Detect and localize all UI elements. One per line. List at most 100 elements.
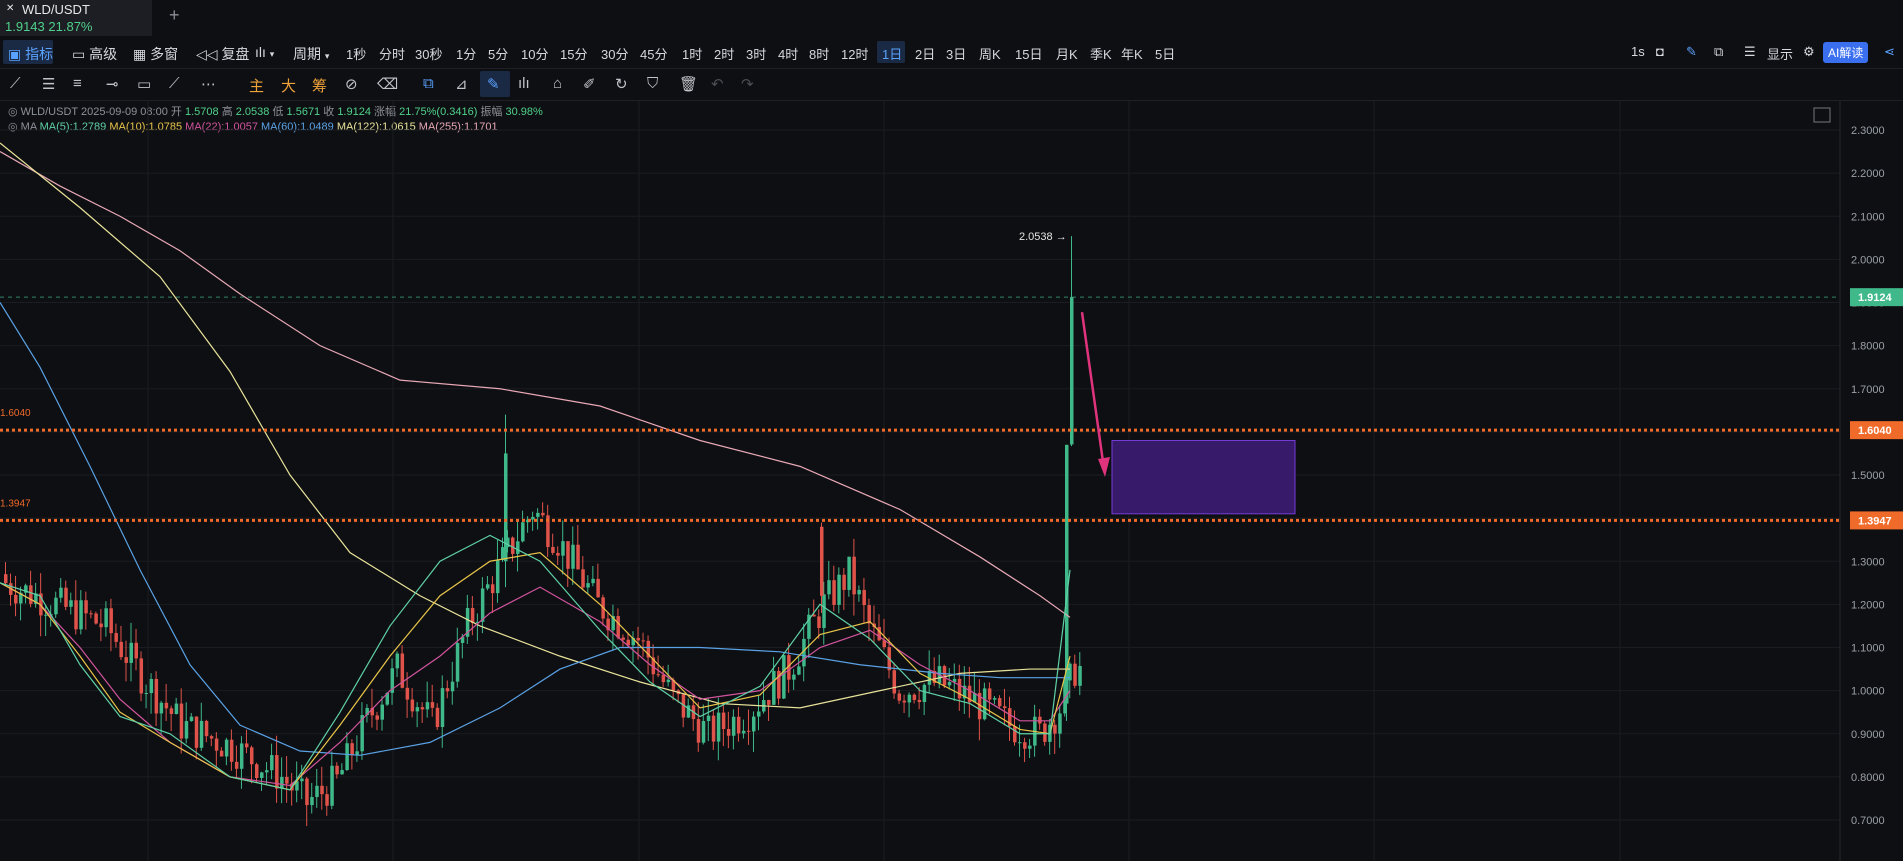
candle-body (265, 770, 269, 773)
symbol-tab[interactable]: ✕ WLD/USDT 1.9143 21.87% (0, 0, 152, 36)
candle-body (375, 715, 379, 720)
period-14[interactable]: 12时 (841, 44, 868, 63)
pen-icon[interactable]: ✎ (1686, 44, 1697, 60)
period-10[interactable]: 2时 (714, 44, 734, 63)
period-3[interactable]: 1分 (456, 44, 476, 63)
lock-icon[interactable]: ⌂ (553, 75, 562, 92)
replay-button[interactable]: ◁◁ 复盘 (196, 44, 249, 64)
chart-type-button[interactable]: ılı ▾ (255, 44, 274, 60)
period-9[interactable]: 1时 (682, 44, 702, 63)
period-15[interactable]: 1日 (882, 44, 902, 63)
level-left-label: 1.6040 (0, 408, 31, 419)
share-icon[interactable]: ⋖ (1884, 44, 1895, 60)
candle-body (696, 719, 701, 743)
ray-icon[interactable]: ⟋ (169, 75, 180, 92)
period-5[interactable]: 10分 (521, 44, 548, 63)
candle-body (726, 728, 731, 736)
period-0[interactable]: 1秒 (346, 44, 366, 63)
tab-price-value: 1.9143 (5, 19, 45, 34)
big-indicator-button[interactable]: 大 (281, 75, 296, 96)
copy-icon[interactable]: ⧉ (423, 75, 434, 92)
candle-body (636, 637, 641, 641)
period-8[interactable]: 45分 (640, 44, 667, 63)
add-tab-button[interactable]: + (169, 5, 180, 26)
period-11[interactable]: 3时 (746, 44, 766, 63)
trash-icon[interactable]: 🗑 (679, 75, 698, 93)
magnet-icon[interactable]: ⊘ (345, 75, 358, 93)
candle-body (14, 594, 18, 604)
close-icon[interactable]: ✕ (6, 4, 16, 14)
candle-body (641, 640, 646, 642)
horizontal-line-icon[interactable]: ⊸ (106, 75, 119, 93)
candle-body (330, 765, 334, 806)
camera-icon[interactable]: ◘ (1656, 44, 1664, 59)
trend-line-icon[interactable]: ⟋ (10, 75, 21, 92)
period-21[interactable]: 季K (1090, 44, 1112, 63)
period-12[interactable]: 4时 (778, 44, 798, 63)
candle-body (877, 627, 881, 641)
period-2[interactable]: 30秒 (415, 44, 442, 63)
brush-icon[interactable]: ✎ (487, 75, 500, 93)
filter-icon[interactable]: ⛉ (647, 75, 658, 92)
display-button[interactable]: 显示 (1767, 44, 1793, 63)
period-18[interactable]: 周K (979, 44, 1001, 63)
period-4[interactable]: 5分 (488, 44, 508, 63)
candle-body (380, 704, 384, 720)
period-20[interactable]: 月K (1056, 44, 1078, 63)
period-19[interactable]: 15日 (1015, 44, 1042, 63)
candle-body (576, 544, 580, 570)
edit-icon[interactable]: ✐ (583, 75, 596, 93)
indicator-button[interactable]: ▣ 指标 (8, 44, 53, 64)
period-23[interactable]: 5日 (1155, 44, 1175, 63)
period-7[interactable]: 30分 (601, 44, 628, 63)
main-indicator-button[interactable]: 主 (249, 75, 264, 96)
interval-selector[interactable]: 1s (1631, 44, 1645, 59)
level-label: 1.6040 (1858, 425, 1892, 437)
period-13[interactable]: 8时 (809, 44, 829, 63)
redo-icon[interactable]: ↷ (741, 75, 754, 93)
period-17[interactable]: 3日 (946, 44, 966, 63)
channel-icon[interactable]: ≡ (73, 75, 82, 92)
multi-window-button[interactable]: ▦ 多窗 (133, 44, 178, 64)
share-link-icon[interactable]: ⧉ (1714, 44, 1723, 60)
parallel-lines-icon[interactable]: ☰ (42, 75, 55, 93)
candle-body (124, 657, 128, 663)
rectangle-icon[interactable]: ▭ (137, 75, 151, 93)
loop-icon[interactable]: ↻ (615, 75, 628, 93)
ai-interpret-button[interactable]: AI解读 (1823, 42, 1869, 63)
period-button[interactable]: 周期 ▾ (293, 44, 329, 64)
period-22[interactable]: 年K (1121, 44, 1143, 63)
candle-body (430, 702, 435, 708)
candlestick-chart[interactable]: 2.30002.20002.10002.00001.90001.80001.70… (0, 101, 1903, 861)
period-6[interactable]: 15分 (560, 44, 587, 63)
y-tick-label: 1.7000 (1851, 384, 1885, 396)
advanced-button[interactable]: ▭ 高级 (72, 44, 117, 64)
y-tick-label: 1.2000 (1851, 599, 1885, 611)
replay-label: 复盘 (221, 46, 250, 62)
chip-indicator-button[interactable]: 筹 (312, 75, 327, 96)
candle-body (209, 736, 214, 739)
candle-body (500, 547, 505, 561)
undo-icon[interactable]: ↶ (711, 75, 724, 93)
candle-body (109, 608, 113, 634)
y-tick-label: 2.1000 (1851, 211, 1885, 223)
eraser-icon[interactable]: ⌫ (377, 75, 398, 93)
candle-body (405, 687, 410, 700)
period-16[interactable]: 2日 (915, 44, 935, 63)
candle-body (285, 776, 289, 784)
y-tick-label: 1.0000 (1851, 686, 1885, 698)
gear-icon[interactable]: ⚙ (1803, 44, 1815, 60)
settings-list-icon[interactable]: ☰ (1744, 44, 1756, 60)
candle-body (516, 541, 520, 554)
candle-body (219, 750, 224, 757)
candles-tool-icon[interactable]: ılı (518, 75, 530, 92)
ruler-icon[interactable]: ⊿ (455, 75, 468, 93)
high-marker-label: 2.0538 → (1019, 231, 1067, 243)
period-toolbar: ▣ 指标 ▭ 高级 ▦ 多窗 ◁◁ 复盘 ılı ▾ 周期 ▾ 1秒 分时 30秒 1… (0, 37, 1903, 69)
more-tools-icon[interactable]: ⋯ (201, 75, 216, 93)
candle-body (852, 556, 856, 595)
arrow-line (1080, 311, 1106, 470)
candles-icon: ılı (255, 44, 266, 60)
period-1[interactable]: 分时 (379, 44, 405, 63)
candle-body (260, 772, 264, 778)
